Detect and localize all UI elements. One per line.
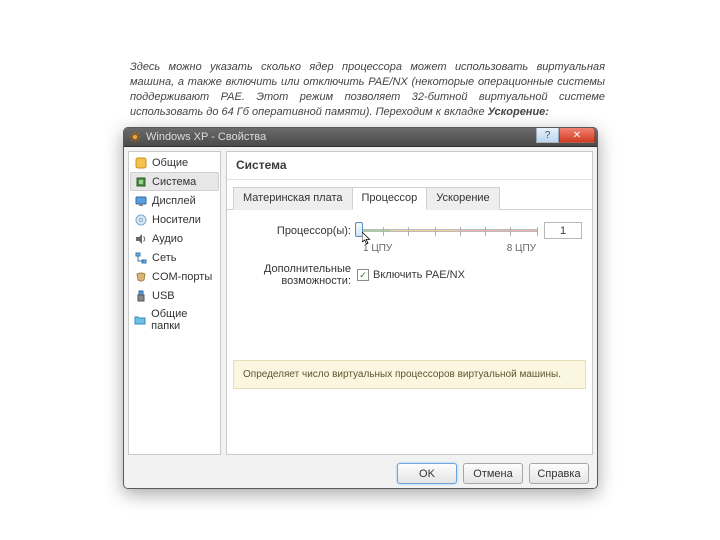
folder-icon: [134, 314, 146, 327]
sidebar-item-shared[interactable]: Общие папки: [130, 305, 219, 335]
content-panel: Система Материнская плата Процессор Уско…: [226, 151, 593, 455]
panel-title: Система: [227, 152, 592, 180]
sidebar-item-display[interactable]: Дисплей: [130, 191, 219, 210]
sidebar-item-audio[interactable]: Аудио: [130, 229, 219, 248]
sidebar-item-usb[interactable]: USB: [130, 286, 219, 305]
tab-bar: Материнская плата Процессор Ускорение: [227, 180, 592, 210]
titlebar[interactable]: Windows XP - Свойства ? ✕: [124, 128, 597, 147]
pae-label: Включить PAE/NX: [373, 269, 465, 281]
extras-label: Дополнительные возможности:: [237, 263, 357, 287]
chip-icon: [134, 175, 147, 188]
help-button[interactable]: ?: [536, 128, 559, 143]
client-area: Общие Система Дисплей Носители Аудио: [124, 147, 597, 488]
speaker-icon: [134, 232, 147, 245]
disc-icon: [134, 213, 147, 226]
dialog-buttons: OK Отмена Справка: [128, 459, 593, 484]
processor-label: Процессор(ы):: [237, 225, 357, 237]
window-controls: ? ✕: [536, 128, 595, 145]
close-button[interactable]: ✕: [559, 128, 595, 143]
sidebar-item-label: Носители: [152, 214, 201, 226]
sidebar-item-general[interactable]: Общие: [130, 153, 219, 172]
sidebar-item-label: Аудио: [152, 233, 183, 245]
usb-icon: [134, 289, 147, 302]
sidebar: Общие Система Дисплей Носители Аудио: [128, 151, 221, 455]
display-icon: [134, 194, 147, 207]
sidebar-item-serial[interactable]: COM-порты: [130, 267, 219, 286]
sidebar-item-system[interactable]: Система: [130, 172, 219, 191]
page-description: Здесь можно указать сколько ядер процесс…: [130, 60, 605, 119]
sidebar-item-storage[interactable]: Носители: [130, 210, 219, 229]
gear-icon: [128, 131, 141, 144]
general-icon: [134, 156, 147, 169]
sidebar-item-label: USB: [152, 290, 175, 302]
settings-window: Windows XP - Свойства ? ✕ Общие Система …: [123, 127, 598, 489]
description-bold: Ускорение:: [488, 106, 549, 118]
cancel-button[interactable]: Отмена: [463, 463, 523, 484]
cpu-slider[interactable]: 1: [357, 222, 582, 239]
help-dialog-button[interactable]: Справка: [529, 463, 589, 484]
tab-processor[interactable]: Процессор: [352, 187, 428, 210]
hint-text: Определяет число виртуальных процессоров…: [243, 369, 561, 380]
hint-bar: Определяет число виртуальных процессоров…: [233, 360, 586, 389]
sidebar-item-label: Система: [152, 176, 196, 188]
sidebar-item-label: Общие: [152, 157, 188, 169]
extras-row: Дополнительные возможности: Включить PAE…: [237, 263, 582, 287]
mouse-cursor-icon: [362, 232, 372, 249]
sidebar-item-label: Дисплей: [152, 195, 196, 207]
ok-button[interactable]: OK: [397, 463, 457, 484]
processor-row: Процессор(ы):: [237, 222, 582, 239]
tab-content: Процессор(ы):: [227, 210, 592, 360]
pae-checkbox[interactable]: [357, 269, 369, 281]
cpu-max-label: 8 ЦПУ: [507, 243, 536, 254]
sidebar-item-network[interactable]: Сеть: [130, 248, 219, 267]
network-icon: [134, 251, 147, 264]
window-title: Windows XP - Свойства: [146, 131, 266, 143]
sidebar-item-label: Сеть: [152, 252, 176, 264]
serial-icon: [134, 270, 147, 283]
cpu-count-input[interactable]: 1: [544, 222, 582, 239]
sidebar-item-label: COM-порты: [152, 271, 212, 283]
tab-acceleration[interactable]: Ускорение: [426, 187, 499, 210]
tab-motherboard[interactable]: Материнская плата: [233, 187, 353, 210]
sidebar-item-label: Общие папки: [151, 308, 215, 332]
